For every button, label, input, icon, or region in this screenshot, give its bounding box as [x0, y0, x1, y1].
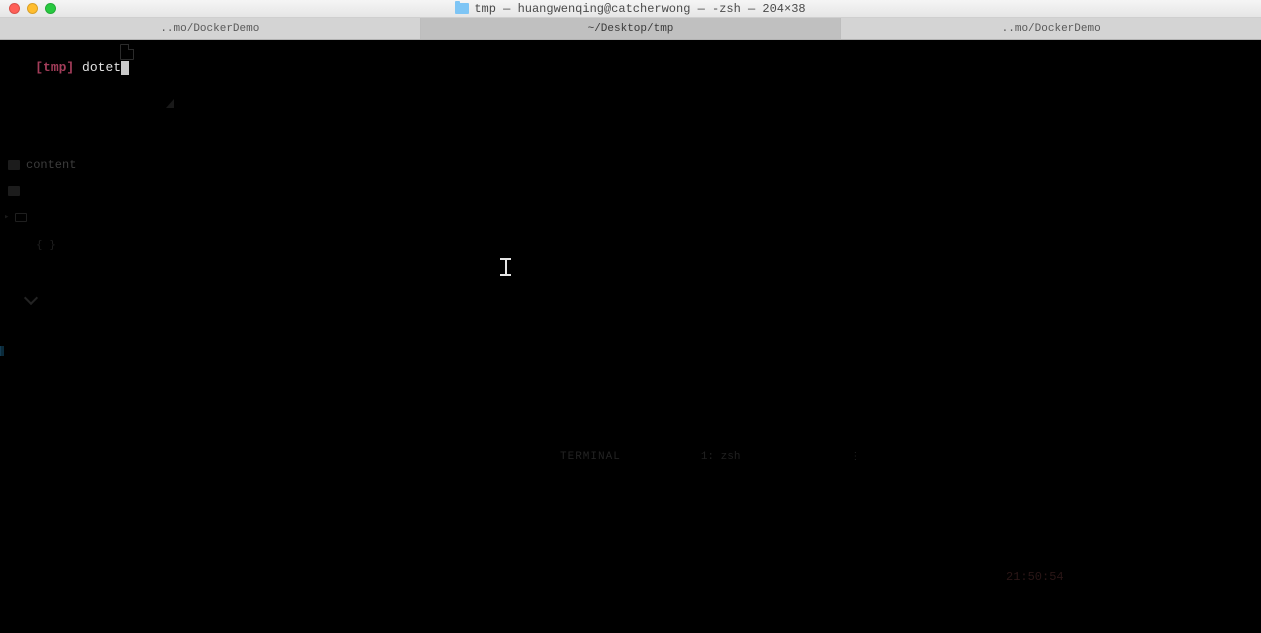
prompt-command-text: dotet: [82, 60, 121, 75]
ghost-panel-header: TERMINAL 1: zsh ⋮: [560, 451, 858, 463]
mouse-cursor-ibeam: [500, 258, 511, 276]
text-cursor-block: [121, 61, 129, 75]
ghost-shell-selector: 1: zsh ⋮: [701, 451, 859, 463]
terminal-viewport[interactable]: [tmp] dotet content ▸ { } TERMINAL 1: zs…: [0, 40, 1261, 633]
more-icon: ⋮: [850, 451, 858, 463]
ghost-sidebar-item: [26, 293, 36, 303]
ghost-shell-label: 1: zsh: [701, 451, 741, 463]
session-tab[interactable]: ..mo/DockerDemo: [841, 18, 1261, 39]
edit-icon: [24, 291, 38, 305]
chevron-down-icon: ▸: [4, 212, 9, 222]
json-file-icon: { }: [36, 238, 56, 251]
file-icon: [120, 44, 134, 60]
session-tab[interactable]: ~/Desktop/tmp: [421, 18, 842, 39]
prompt-line: [tmp] dotet: [4, 44, 129, 92]
prompt-context: [tmp]: [35, 60, 74, 75]
window-controls: [0, 3, 56, 14]
folder-icon: [8, 186, 20, 196]
ghost-time: 21:50:54: [1006, 570, 1064, 584]
folder-open-icon: [15, 213, 27, 222]
ghost-sidebar-item: { }: [36, 238, 56, 251]
session-tab-label: ..mo/DockerDemo: [160, 23, 259, 35]
zoom-window-button[interactable]: [45, 3, 56, 14]
folder-icon: [8, 160, 20, 170]
session-tab-strip: ..mo/DockerDemo ~/Desktop/tmp ..mo/Docke…: [0, 18, 1261, 40]
session-tab-label: ..mo/DockerDemo: [1002, 23, 1101, 35]
ghost-sidebar-item: ▸: [4, 212, 27, 222]
ghost-panel-tab-label: TERMINAL: [560, 451, 621, 463]
window-title: tmp — huangwenqing@catcherwong — -zsh — …: [0, 2, 1261, 16]
minimize-window-button[interactable]: [27, 3, 38, 14]
session-tab[interactable]: ..mo/DockerDemo: [0, 18, 421, 39]
ghost-sidebar-label: content: [26, 158, 76, 172]
ghost-resize-handle: [166, 99, 174, 108]
close-window-button[interactable]: [9, 3, 20, 14]
ghost-sidebar: content ▸ { }: [0, 40, 180, 633]
session-tab-label: ~/Desktop/tmp: [588, 23, 674, 35]
ghost-activity-marker: [0, 346, 4, 356]
window-titlebar: tmp — huangwenqing@catcherwong — -zsh — …: [0, 0, 1261, 18]
ghost-sidebar-item: content: [8, 158, 76, 172]
folder-icon: [455, 3, 469, 14]
window-title-text: tmp — huangwenqing@catcherwong — -zsh — …: [474, 2, 805, 16]
ghost-sidebar-item: [8, 186, 20, 196]
